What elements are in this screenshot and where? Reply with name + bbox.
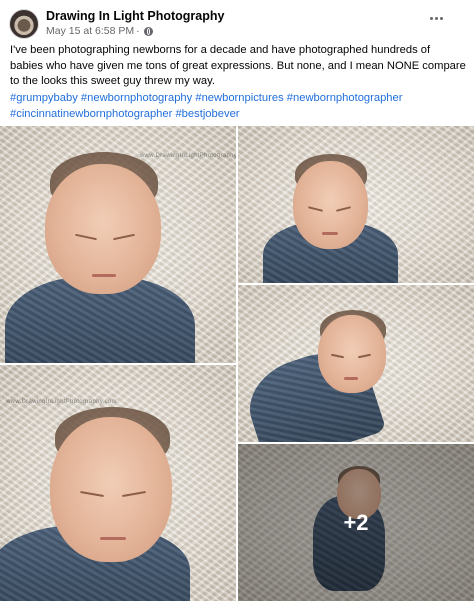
- post-photo-2[interactable]: [238, 126, 474, 283]
- photo-watermark: www.DrawingInLightPhotography.com: [140, 153, 236, 159]
- hashtag-link[interactable]: #bestjobever: [175, 108, 239, 120]
- photo-watermark: www.DrawingInLightPhotography.com: [6, 399, 117, 405]
- hashtag-list: #grumpybaby #newbornphotography #newborn…: [10, 91, 466, 122]
- author-avatar[interactable]: [9, 9, 39, 39]
- hashtag-link[interactable]: #newbornpictures: [195, 92, 283, 104]
- hashtag-link[interactable]: #cincinnatinewbornphotographer: [10, 108, 172, 120]
- post-photo-3[interactable]: [238, 285, 474, 442]
- post-caption: I've been photographing newborns for a d…: [10, 44, 466, 87]
- post-timestamp[interactable]: May 15 at 6:58 PM: [46, 25, 134, 37]
- author-name[interactable]: Drawing In Light Photography: [46, 9, 224, 23]
- hashtag-link[interactable]: #grumpybaby: [10, 92, 78, 104]
- post-photo-5[interactable]: +2: [238, 444, 474, 601]
- post-photo-4[interactable]: www.DrawingInLightPhotography.com: [0, 365, 236, 601]
- more-photos-count[interactable]: +2: [343, 510, 368, 536]
- facebook-post: Drawing In Light Photography May 15 at 6…: [0, 0, 474, 601]
- hashtag-link[interactable]: #newbornphotography: [81, 92, 192, 104]
- post-photo-1[interactable]: www.DrawingInLightPhotography.com: [0, 126, 236, 363]
- more-photos-overlay[interactable]: +2: [238, 444, 474, 601]
- meta-separator: ·: [136, 25, 140, 37]
- more-options-icon[interactable]: [428, 10, 444, 26]
- globe-icon[interactable]: [143, 26, 153, 36]
- post-meta: May 15 at 6:58 PM ·: [46, 25, 153, 37]
- hashtag-link[interactable]: #newbornphotographer: [287, 92, 403, 104]
